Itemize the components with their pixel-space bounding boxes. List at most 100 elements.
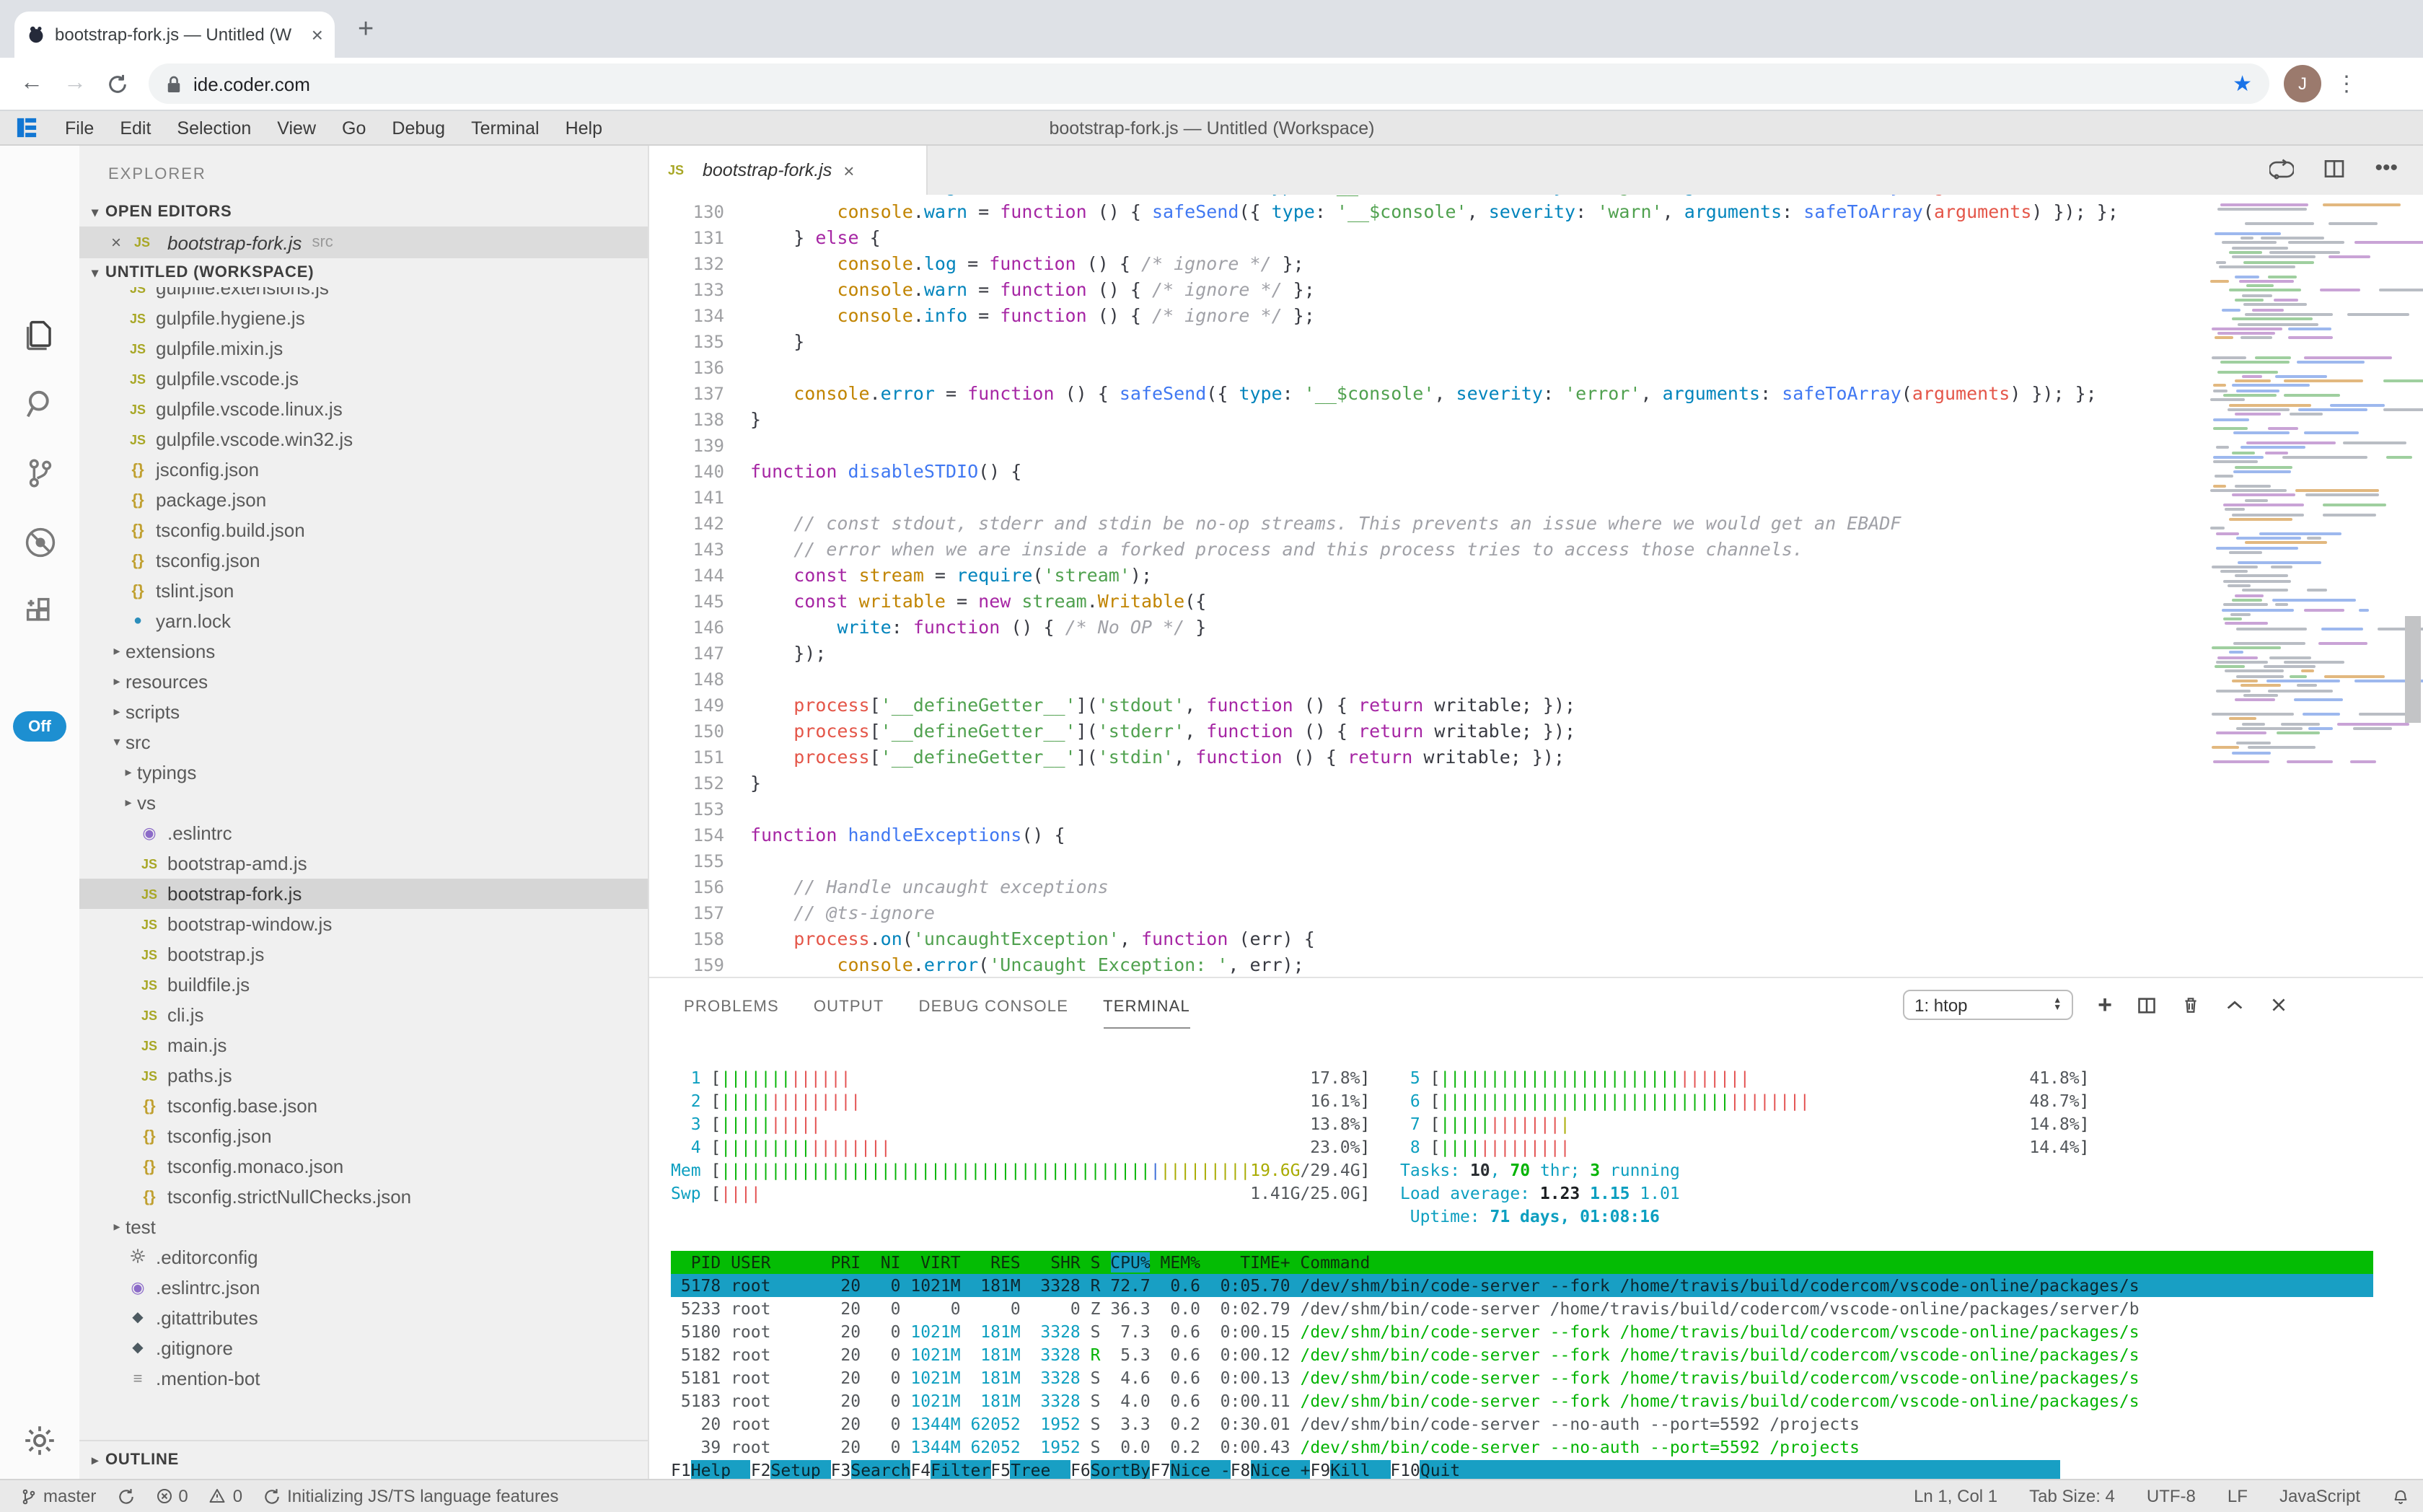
file-item-vs[interactable]: ▸vs	[79, 788, 648, 818]
file-item-tsconfig.json[interactable]: {}tsconfig.json	[79, 545, 648, 576]
file-item-src[interactable]: ▾src	[79, 727, 648, 757]
bell-icon[interactable]	[2392, 1487, 2409, 1506]
htop-process-row-5183[interactable]: 5183 root 20 0 1021M 181M 3328 S 4.0 0.6…	[671, 1389, 2373, 1412]
code-line-151[interactable]: 151 process['__defineGetter__']('stdin',…	[649, 744, 2423, 770]
file-item-.gitattributes[interactable]: ◆.gitattributes	[79, 1303, 648, 1333]
file-item-.eslintrc.json[interactable]: ◉.eslintrc.json	[79, 1273, 648, 1303]
split-terminal-icon[interactable]	[2137, 995, 2157, 1015]
code-line-148[interactable]: 148	[649, 667, 2423, 693]
htop-process-row-5233[interactable]: 5233 root 20 0 0 0 0 Z 36.3 0.0 0:02.79 …	[671, 1297, 2373, 1320]
code-line-155[interactable]: 155	[649, 848, 2423, 874]
file-item-scripts[interactable]: ▸scripts	[79, 697, 648, 727]
new-tab-button[interactable]: +	[358, 14, 374, 46]
file-item-gulpfile.vscode.linux.js[interactable]: JSgulpfile.vscode.linux.js	[79, 394, 648, 424]
file-item-yarn.lock[interactable]: ●yarn.lock	[79, 606, 648, 636]
code-line-152[interactable]: 152}	[649, 770, 2423, 796]
editor-tab[interactable]: JS bootstrap-fork.js ×	[649, 146, 928, 195]
browser-tab-close-icon[interactable]: ×	[312, 25, 323, 45]
file-item-test[interactable]: ▸test	[79, 1212, 648, 1242]
file-item-bootstrap.js[interactable]: JSbootstrap.js	[79, 939, 648, 970]
file-item-.eslintrc[interactable]: ◉.eslintrc	[79, 818, 648, 848]
file-item-tsconfig.build.json[interactable]: {}tsconfig.build.json	[79, 515, 648, 545]
file-item-.mention-bot[interactable]: ≡.mention-bot	[79, 1363, 648, 1394]
file-item-tsconfig.monaco.json[interactable]: {}tsconfig.monaco.json	[79, 1151, 648, 1182]
panel-tab-problems[interactable]: PROBLEMS	[684, 982, 779, 1028]
file-item-gulpfile.extensions.js[interactable]: JSgulpfile.extensions.js	[79, 287, 648, 303]
close-icon[interactable]: ×	[111, 232, 121, 252]
menu-item-go[interactable]: Go	[329, 118, 379, 138]
code-editor[interactable]: 129 console.log = function () { safeSend…	[649, 195, 2423, 977]
code-line-159[interactable]: 159 console.error('Uncaught Exception: '…	[649, 952, 2423, 977]
code-line-137[interactable]: 137 console.error = function () { safeSe…	[649, 381, 2423, 407]
htop-process-row-5178[interactable]: 5178 root 20 0 1021M 181M 3328 R 72.7 0.…	[671, 1274, 2373, 1297]
status-badge[interactable]: Off	[13, 711, 66, 742]
htop-process-row-5180[interactable]: 5180 root 20 0 1021M 181M 3328 S 7.3 0.6…	[671, 1320, 2373, 1343]
code-line-150[interactable]: 150 process['__defineGetter__']('stderr'…	[649, 718, 2423, 744]
code-line-147[interactable]: 147 });	[649, 641, 2423, 667]
file-item-main.js[interactable]: JSmain.js	[79, 1030, 648, 1060]
code-line-138[interactable]: 138}	[649, 407, 2423, 433]
menu-item-edit[interactable]: Edit	[107, 118, 164, 138]
browser-tab[interactable]: bootstrap-fork.js — Untitled (W ×	[14, 12, 335, 58]
split-editor-icon[interactable]	[2323, 157, 2346, 182]
file-item-cli.js[interactable]: JScli.js	[79, 1000, 648, 1030]
file-item-resources[interactable]: ▸resources	[79, 667, 648, 697]
status-utf-8[interactable]: UTF-8	[2147, 1486, 2196, 1506]
file-item-gulpfile.hygiene.js[interactable]: JSgulpfile.hygiene.js	[79, 303, 648, 333]
terminal-select[interactable]: 1: htop ▲▼	[1903, 990, 2073, 1020]
file-item-extensions[interactable]: ▸extensions	[79, 636, 648, 667]
code-line-154[interactable]: 154function handleExceptions() {	[649, 822, 2423, 848]
file-item-tsconfig.base.json[interactable]: {}tsconfig.base.json	[79, 1091, 648, 1121]
back-button[interactable]: ←	[20, 71, 43, 97]
status-branch[interactable]: master	[20, 1486, 96, 1506]
kill-terminal-icon[interactable]	[2181, 994, 2200, 1016]
file-item-jsconfig.json[interactable]: {}jsconfig.json	[79, 454, 648, 485]
address-bar[interactable]: ide.coder.com ★	[149, 63, 2269, 104]
reload-button[interactable]	[107, 73, 128, 94]
code-line-146[interactable]: 146 write: function () { /* No OP */ }	[649, 615, 2423, 641]
menu-item-file[interactable]: File	[52, 118, 107, 138]
close-panel-icon[interactable]	[2269, 995, 2288, 1014]
code-line-144[interactable]: 144 const stream = require('stream');	[649, 563, 2423, 589]
code-line-145[interactable]: 145 const writable = new stream.Writable…	[649, 589, 2423, 615]
status-spinner[interactable]: Initializing JS/TS language features	[263, 1486, 558, 1506]
extensions-icon[interactable]	[22, 593, 59, 630]
more-actions-icon[interactable]: •••	[2375, 157, 2398, 182]
terminal-output[interactable]: 1 [||||||||||||| 17.8%] 5 [|||||||||||||…	[671, 1066, 2373, 1482]
menu-item-selection[interactable]: Selection	[164, 118, 264, 138]
code-line-141[interactable]: 141	[649, 485, 2423, 511]
minimap[interactable]	[2204, 195, 2389, 977]
debug-disabled-icon[interactable]	[22, 524, 59, 561]
file-item-.editorconfig[interactable]: .editorconfig	[79, 1242, 648, 1273]
code-line-143[interactable]: 143 // error when we are inside a forked…	[649, 537, 2423, 563]
htop-process-row-39[interactable]: 39 root 20 0 1344M 62052 1952 S 0.0 0.2 …	[671, 1436, 2373, 1459]
code-line-133[interactable]: 133 console.warn = function () { /* igno…	[649, 277, 2423, 303]
maximize-panel-icon[interactable]	[2225, 995, 2245, 1015]
file-item-bootstrap-fork.js[interactable]: JSbootstrap-fork.js	[79, 879, 648, 909]
open-editor-item[interactable]: × JS bootstrap-fork.js src	[79, 227, 648, 258]
status-lf[interactable]: LF	[2228, 1486, 2248, 1506]
source-control-icon[interactable]	[22, 454, 59, 492]
explorer-icon[interactable]	[22, 316, 59, 353]
file-item-paths.js[interactable]: JSpaths.js	[79, 1060, 648, 1091]
code-line-157[interactable]: 157 // @ts-ignore	[649, 900, 2423, 926]
htop-process-row-20[interactable]: 20 root 20 0 1344M 62052 1952 S 3.3 0.2 …	[671, 1412, 2373, 1436]
workspace-section[interactable]: ▾ UNTITLED (WORKSPACE)	[79, 258, 648, 287]
toggle-changes-icon[interactable]	[2269, 157, 2294, 182]
outline-section[interactable]: ▸ OUTLINE	[79, 1440, 648, 1479]
file-item-typings[interactable]: ▸typings	[79, 757, 648, 788]
panel-tab-terminal[interactable]: TERMINAL	[1103, 982, 1190, 1028]
code-line-134[interactable]: 134 console.info = function () { /* igno…	[649, 303, 2423, 329]
menu-item-debug[interactable]: Debug	[379, 118, 458, 138]
editor-tab-close-icon[interactable]: ×	[843, 159, 854, 181]
code-line-135[interactable]: 135 }	[649, 329, 2423, 355]
code-line-142[interactable]: 142 // const stdout, stderr and stdin be…	[649, 511, 2423, 537]
status-ln-1-col-1[interactable]: Ln 1, Col 1	[1914, 1486, 1997, 1506]
code-line-149[interactable]: 149 process['__defineGetter__']('stdout'…	[649, 693, 2423, 718]
status-javascript[interactable]: JavaScript	[2279, 1486, 2360, 1506]
bookmark-star-icon[interactable]: ★	[2233, 71, 2252, 97]
browser-menu-icon[interactable]: ⋮	[2336, 71, 2357, 97]
code-line-140[interactable]: 140function disableSTDIO() {	[649, 459, 2423, 485]
forward-button[interactable]: →	[63, 71, 87, 97]
menu-item-view[interactable]: View	[264, 118, 329, 138]
